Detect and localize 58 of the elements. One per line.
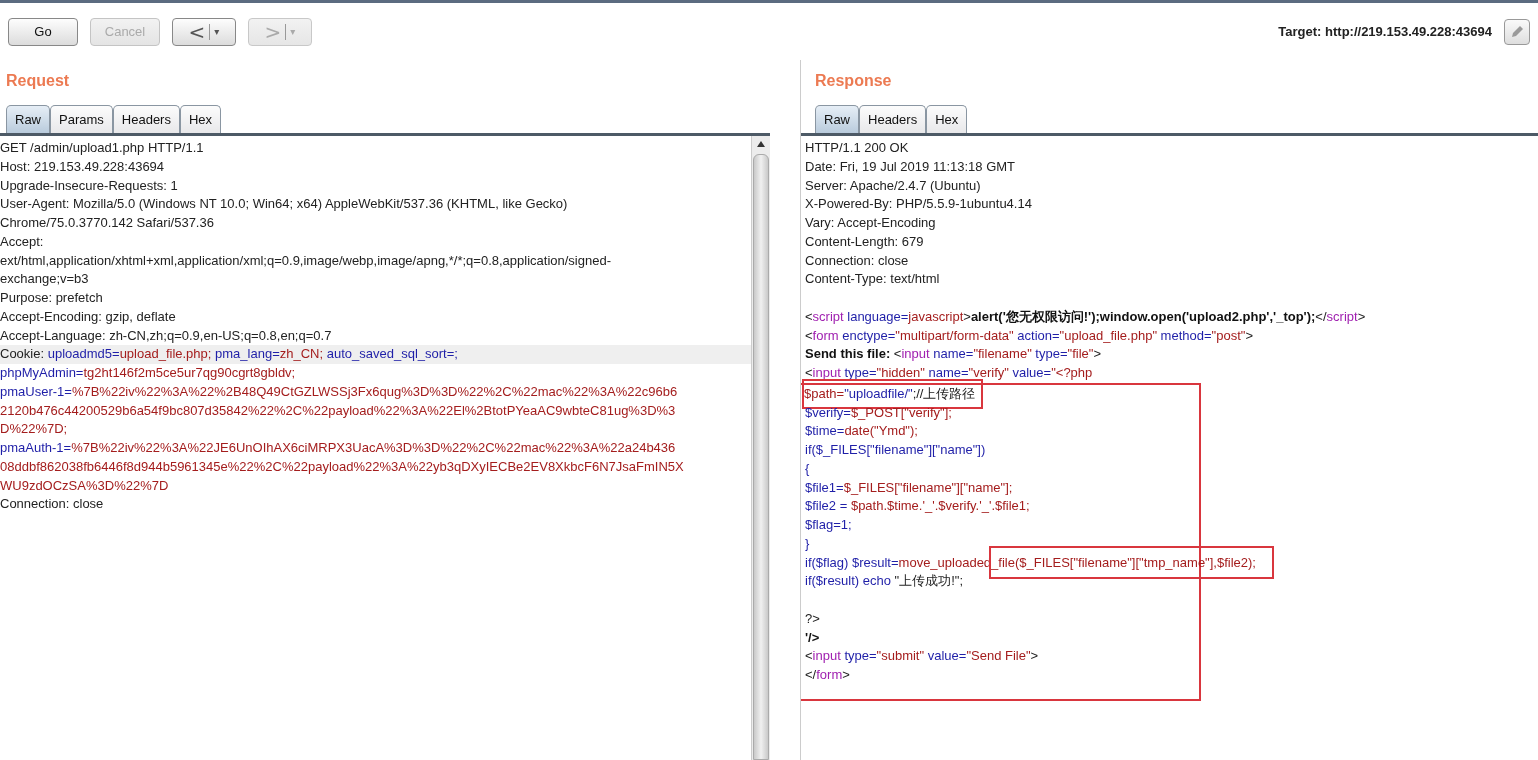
code-line: $flag=1; (805, 516, 853, 534)
code-line: 08ddbf862038fb6446f8d944b5961345e%22%2C%22payload%22%3A%22yb3qDXyIECBe2EV8XkbcF6N7JsaFmIN5X (0, 457, 685, 476)
code-line: if($_FILES["filename"]["name"]) (805, 441, 987, 459)
code-line: Purpose: prefetch (0, 289, 104, 307)
code-line: exchange;v=b3 (0, 270, 90, 289)
code-line: Chrome/75.0.3770.142 Safari/537.36 (0, 214, 215, 232)
highlight-frame: $path="uploadfile/";//上传路径 (802, 378, 984, 409)
code-line: <form enctype="multipart/form-data" action="upload_file.php" method="post"> (805, 326, 1254, 345)
code-line: pmaUser-1=%7B%22iv%22%3A%22%2B48Q49CtGZLWSSj3Fx6qug%3D%3D%22%2C%22mac%22%3A%22c96b6 (0, 382, 679, 401)
code-line: Connection: close (0, 495, 105, 514)
code-line: Content-Type: text/html (805, 270, 941, 289)
code-line: 2120b476c44200529b6a54f9bc807d35842%22%2C%22payload%22%3A%22El%2BtotPYeaAC9wbteC81ug%3D%3 (0, 401, 677, 420)
code-line: Date: Fri, 19 Jul 2019 11:13:18 GMT (805, 157, 1017, 176)
code-line: Content-Length: 679 (805, 232, 925, 251)
code-line: GET /admin/upload1.php HTTP/1.1 (0, 139, 205, 157)
code-line: { (805, 459, 811, 478)
code-line: <input type="submit" value="Send File"> (805, 647, 1040, 666)
history-button[interactable]: < ▾ (172, 17, 236, 46)
code-line: $file2 = $path.$time.'_'.$verify.'_'.$file1; (805, 497, 1031, 516)
code-line: '/> (805, 628, 821, 647)
code-line: D%22%7D; (0, 420, 69, 439)
code-line: ext/html,application/xhtml+xml,application/xml;q=0.9,image/webp,image/apng,*/*;q=0.8,application/signed- (0, 251, 612, 270)
code-line: $time=date("Ymd"); (805, 422, 919, 441)
tab[interactable]: Hex (926, 105, 968, 133)
tab[interactable]: Hex (179, 105, 222, 133)
tab[interactable]: Raw (6, 105, 50, 133)
code-line: Server: Apache/2.4.7 (Ubuntu) (805, 176, 982, 195)
code-line: if($result) echo "上传成功!"; (805, 572, 965, 591)
pane-title: Response (814, 71, 893, 91)
code-line: WU9zdOCzSA%3D%22%7D (0, 476, 170, 495)
code-line: Accept-Language: zh-CN,zh;q=0.9,en-US;q=0.8,en;q=0.7 (0, 326, 333, 345)
code-line: Vary: Accept-Encoding (805, 214, 937, 232)
go-button[interactable]: Go (8, 17, 78, 46)
code-line: </form> (805, 666, 851, 684)
code-line: Accept: (0, 232, 45, 251)
code-line: Send this file: <input name="filename" type="file"> (805, 345, 1102, 364)
pane-title: Request (5, 71, 71, 91)
code-line: Accept-Encoding: gzip, deflate (0, 307, 177, 326)
tab[interactable]: Headers (859, 105, 927, 133)
code-line: Connection: close (805, 251, 910, 270)
pencil-icon (1509, 23, 1525, 40)
code-line: X-Powered-By: PHP/5.5.9-1ubuntu4.14 (805, 195, 1033, 214)
edit-button[interactable] (1504, 18, 1530, 45)
code-line: ?> (805, 609, 821, 628)
scrollbar[interactable] (751, 136, 770, 760)
code-line: } (805, 534, 811, 553)
code-line: <script language=javascript>alert('您无权限访问!');window.open('upload2.php','_top');</script> (805, 307, 1367, 326)
code-line: Host: 219.153.49.228:43694 (0, 157, 166, 176)
target-label: Target: http://219.153.49.228:43694 (1278, 24, 1492, 39)
code-line: phpMyAdmin=tg2ht146f2m5ce5ur7qg90cgrt8gbldv; (0, 364, 297, 382)
code-line: HTTP/1.1 200 OK (805, 139, 910, 157)
tab[interactable]: Headers (112, 105, 180, 133)
tab[interactable]: Params (50, 105, 113, 133)
code-line: Upgrade-Insecure-Requests: 1 (0, 176, 179, 195)
tab[interactable]: Raw (815, 105, 859, 133)
code-line: $file1=$_FILES["filename"]["name"]; (805, 478, 1014, 497)
code-line: User-Agent: Mozilla/5.0 (Windows NT 10.0; Win64; x64) AppleWebKit/537.36 (KHTML, like Gecko) (0, 195, 569, 214)
code-line: pmaAuth-1=%7B%22iv%22%3A%22JE6UnOIhAX6ciMRPX3UacA%3D%3D%22%2C%22mac%22%3A%22a24b436 (0, 439, 677, 457)
